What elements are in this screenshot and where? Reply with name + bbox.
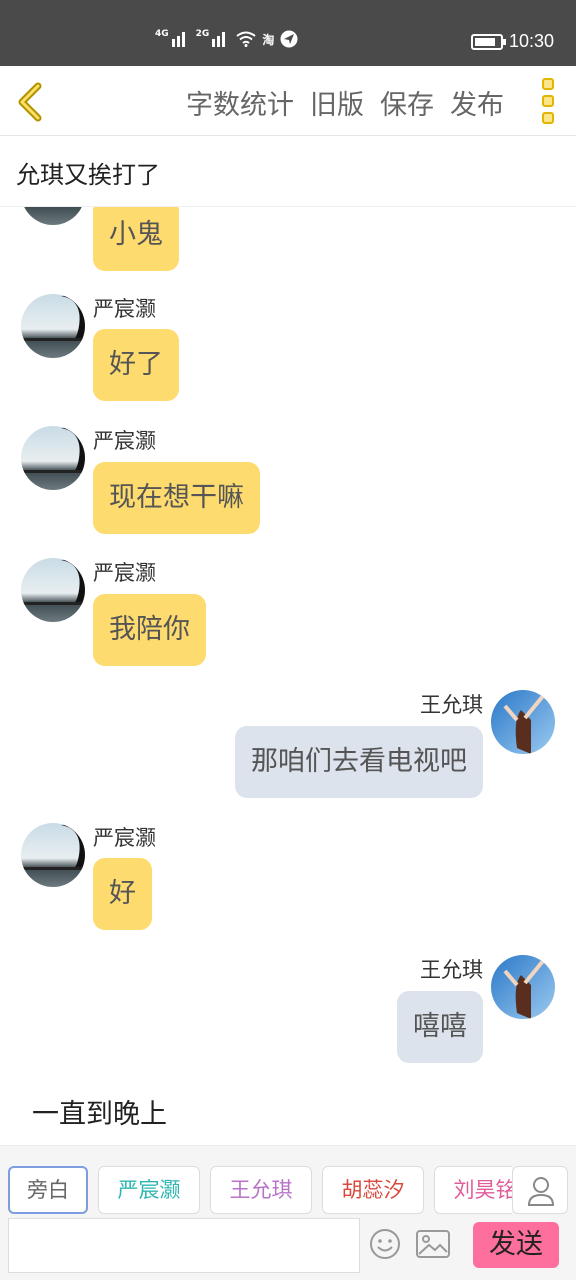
speaker-name: 严宸灏 — [93, 429, 156, 453]
speaker-name: 王允琪 — [420, 958, 483, 982]
composer: 旁白 严宸灏 王允琪 胡蕊汐 刘昊铭 发送 — [0, 1145, 576, 1280]
clock: 10:30 — [508, 31, 554, 51]
character-chips: 旁白 严宸灏 王允琪 胡蕊汐 刘昊铭 — [8, 1166, 512, 1214]
message-bubble[interactable]: 嘻嘻 — [397, 991, 483, 1063]
message-bubble[interactable]: 我陪你 — [93, 594, 206, 666]
girl-avatar-icon — [491, 955, 555, 1019]
girl-avatar-icon — [491, 690, 555, 754]
wifi-icon — [236, 31, 256, 47]
avatar[interactable] — [491, 690, 555, 754]
back-arrow-icon[interactable] — [14, 82, 48, 122]
message-bubble[interactable]: 好 — [93, 858, 152, 930]
battery-icon — [470, 33, 506, 50]
avatar[interactable] — [21, 207, 85, 225]
signal-icon: 4G — [155, 29, 190, 47]
narration-text[interactable]: 一直到晚上 — [32, 1092, 167, 1131]
story-title-bar[interactable]: 允琪又挨打了 — [0, 137, 576, 207]
toolbar-actions: 字数统计 旧版 保存 发布 — [186, 83, 504, 122]
location-send-icon — [280, 30, 298, 48]
message-bubble[interactable]: 现在想干嘛 — [93, 462, 260, 534]
message-bubble[interactable]: 那咱们去看电视吧 — [235, 726, 483, 798]
person-icon — [527, 1177, 555, 1206]
speaker-name: 严宸灏 — [93, 561, 156, 585]
chip-narrator[interactable]: 旁白 — [8, 1166, 88, 1214]
chip-character[interactable]: 胡蕊汐 — [322, 1166, 424, 1214]
chip-character[interactable]: 刘昊铭 — [434, 1166, 512, 1214]
status-right: 10:30 — [470, 31, 554, 52]
old-version-button[interactable]: 旧版 — [310, 83, 364, 122]
avatar[interactable] — [21, 426, 85, 490]
taobao-badge-icon: 淘 — [262, 32, 275, 47]
speaker-name: 严宸灏 — [93, 826, 156, 850]
landscape-avatar-icon — [21, 426, 85, 490]
emoji-icon[interactable] — [369, 1228, 401, 1260]
speaker-name: 王允琪 — [420, 693, 483, 717]
word-count-button[interactable]: 字数统计 — [186, 83, 294, 122]
avatar[interactable] — [21, 294, 85, 358]
avatar[interactable] — [21, 823, 85, 887]
editor-toolbar: 字数统计 旧版 保存 发布 — [0, 66, 576, 136]
story-title: 允琪又挨打了 — [16, 161, 160, 189]
send-button[interactable]: 发送 — [473, 1222, 559, 1268]
speaker-name: 严宸灏 — [93, 297, 156, 321]
avatar[interactable] — [21, 558, 85, 622]
landscape-avatar-icon — [21, 294, 85, 358]
status-bar: 4G 2G 淘 10:30 — [0, 0, 576, 66]
more-menu-icon[interactable] — [538, 78, 558, 124]
landscape-avatar-icon — [21, 558, 85, 622]
message-input[interactable] — [8, 1218, 360, 1273]
chip-character[interactable]: 王允琪 — [210, 1166, 312, 1214]
save-button[interactable]: 保存 — [380, 83, 434, 122]
avatar[interactable] — [491, 955, 555, 1019]
landscape-avatar-icon — [21, 823, 85, 887]
status-icons: 4G 2G 淘 — [155, 29, 298, 48]
chip-character[interactable]: 严宸灏 — [98, 1166, 200, 1214]
message-bubble[interactable]: 小鬼 — [93, 207, 179, 271]
signal-icon-2: 2G — [196, 29, 231, 47]
landscape-avatar-icon — [21, 207, 85, 225]
chat-area[interactable]: 小鬼 严宸灏 好了 严宸灏 现在想干嘛 严宸灏 我陪你 王允琪 那咱们去看电视吧… — [0, 207, 576, 1145]
message-bubble[interactable]: 好了 — [93, 329, 179, 401]
publish-button[interactable]: 发布 — [450, 83, 504, 122]
image-icon[interactable] — [416, 1230, 450, 1258]
add-character-button[interactable] — [512, 1166, 568, 1214]
